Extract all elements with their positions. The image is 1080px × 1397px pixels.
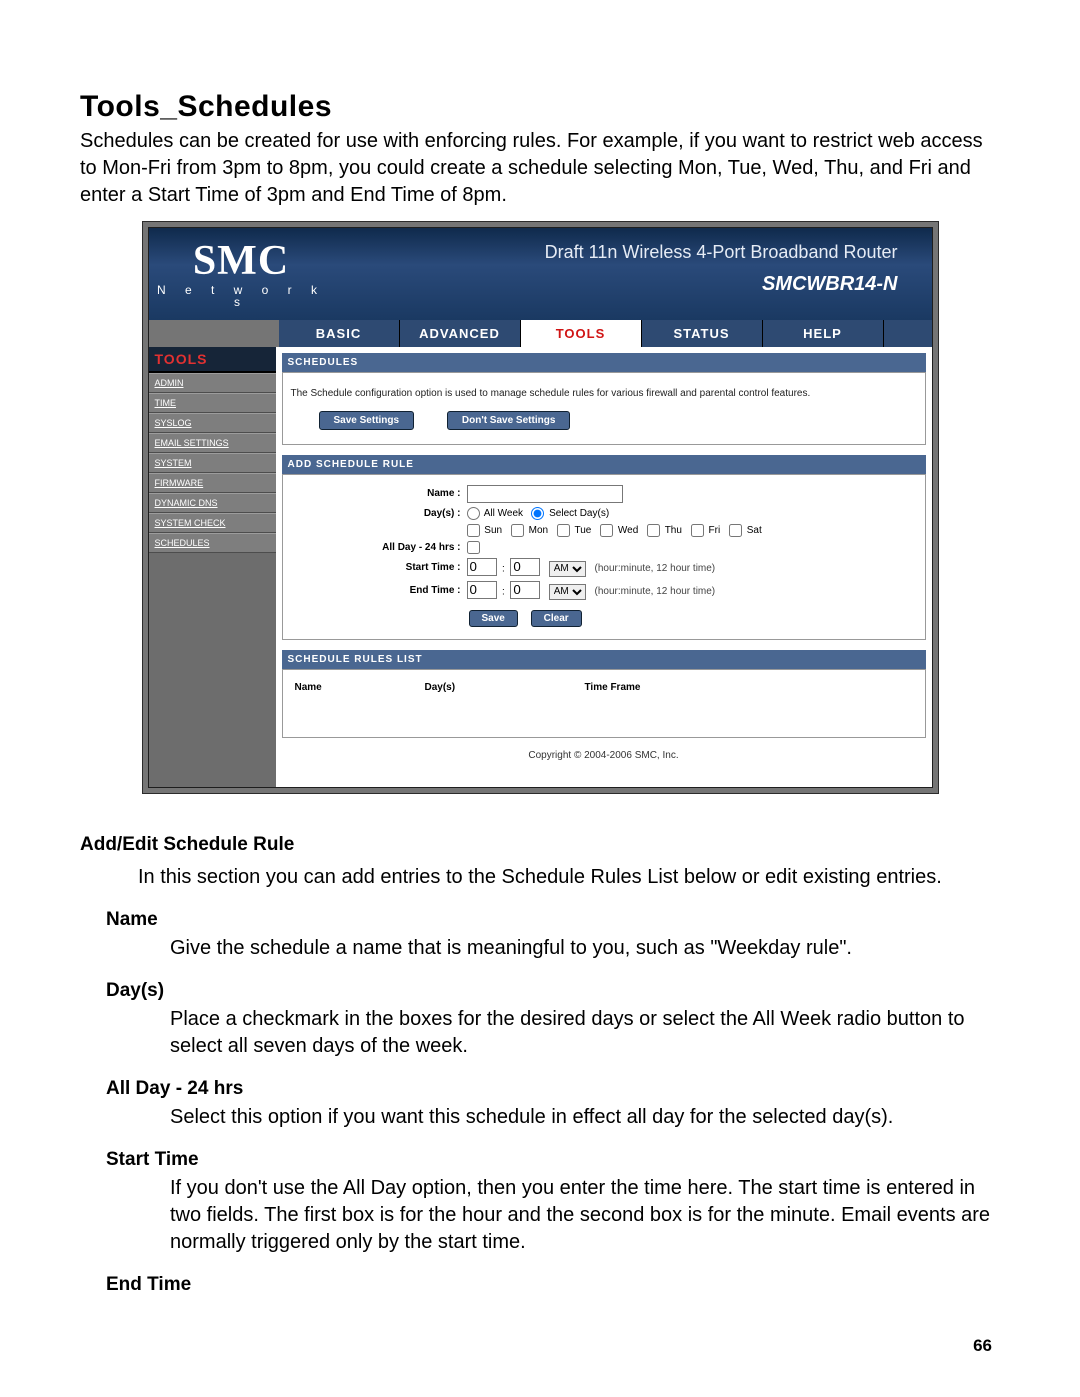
- start-hour-input[interactable]: [467, 558, 497, 576]
- select-days-label: Select Day(s): [549, 508, 609, 519]
- section-allday-title: All Day - 24 hrs: [106, 1078, 1000, 1100]
- tab-help[interactable]: HELP: [763, 320, 884, 347]
- section-start-body: If you don't use the All Day option, the…: [170, 1175, 1000, 1256]
- top-tabs: BASIC ADVANCED TOOLS STATUS HELP: [149, 320, 932, 347]
- logo-text: SMC: [149, 240, 334, 282]
- day-tue-checkbox[interactable]: [557, 524, 570, 537]
- day-wed-checkbox[interactable]: [600, 524, 613, 537]
- tab-basic[interactable]: BASIC: [279, 320, 400, 347]
- router-screenshot: SMC N e t w o r k s Draft 11n Wireless 4…: [142, 221, 939, 794]
- days-label: Day(s) :: [291, 508, 467, 519]
- logo-subtext: N e t w o r k s: [149, 284, 334, 308]
- end-time-hint: (hour:minute, 12 hour time): [595, 586, 716, 597]
- start-minute-input[interactable]: [510, 558, 540, 576]
- section-days-title: Day(s): [106, 980, 1000, 1002]
- schedules-heading: SCHEDULES: [282, 353, 926, 372]
- all-day-checkbox[interactable]: [467, 541, 480, 554]
- intro-paragraph: Schedules can be created for use with en…: [80, 128, 1000, 209]
- copyright-text: Copyright © 2004-2006 SMC, Inc.: [286, 748, 922, 767]
- sidebar-item-system-check[interactable]: SYSTEM CHECK: [149, 513, 276, 533]
- all-day-label: All Day - 24 hrs :: [291, 542, 467, 553]
- sidebar-item-time[interactable]: TIME: [149, 393, 276, 413]
- section-name-body: Give the schedule a name that is meaning…: [170, 935, 1000, 962]
- day-checkbox-row: Sun Mon Tue Wed Thu Fri Sat: [467, 524, 917, 537]
- all-week-label: All Week: [484, 508, 523, 519]
- clear-button[interactable]: Clear: [531, 610, 582, 627]
- rules-list-header: Name Day(s) Time Frame: [291, 676, 917, 725]
- section-add-edit-title: Add/Edit Schedule Rule: [80, 834, 1000, 856]
- sidebar-item-admin[interactable]: ADMIN: [149, 373, 276, 393]
- sidebar-item-email-settings[interactable]: EMAIL SETTINGS: [149, 433, 276, 453]
- col-time-frame: Time Frame: [585, 682, 913, 693]
- section-add-edit-body: In this section you can add entries to t…: [138, 864, 1000, 891]
- device-model: SMCWBR14-N: [334, 273, 898, 296]
- device-title: Draft 11n Wireless 4-Port Broadband Rout…: [334, 242, 898, 263]
- main-content: SCHEDULES The Schedule configuration opt…: [276, 347, 932, 787]
- schedules-description: The Schedule configuration option is use…: [291, 387, 917, 401]
- sidebar-item-schedules[interactable]: SCHEDULES: [149, 533, 276, 553]
- sidebar-item-firmware[interactable]: FIRMWARE: [149, 473, 276, 493]
- day-fri-checkbox[interactable]: [691, 524, 704, 537]
- sidebar-item-dynamic-dns[interactable]: DYNAMIC DNS: [149, 493, 276, 513]
- section-start-title: Start Time: [106, 1149, 1000, 1171]
- day-thu-checkbox[interactable]: [647, 524, 660, 537]
- day-sun-checkbox[interactable]: [467, 524, 480, 537]
- start-time-label: Start Time :: [291, 562, 467, 573]
- end-time-label: End Time :: [291, 585, 467, 596]
- end-hour-input[interactable]: [467, 581, 497, 599]
- start-time-hint: (hour:minute, 12 hour time): [595, 563, 716, 574]
- sidebar-heading: TOOLS: [149, 347, 276, 373]
- schedule-rules-list-heading: SCHEDULE RULES LIST: [282, 650, 926, 669]
- add-schedule-rule-heading: ADD SCHEDULE RULE: [282, 455, 926, 474]
- sidebar-item-syslog[interactable]: SYSLOG: [149, 413, 276, 433]
- col-name: Name: [295, 682, 425, 693]
- tab-advanced[interactable]: ADVANCED: [400, 320, 521, 347]
- save-button[interactable]: Save: [469, 610, 518, 627]
- end-ampm-select[interactable]: AM: [549, 584, 586, 600]
- section-days-body: Place a checkmark in the boxes for the d…: [170, 1006, 1000, 1060]
- section-end-title: End Time: [106, 1274, 1000, 1296]
- page-title: Tools_Schedules: [80, 90, 1000, 124]
- end-minute-input[interactable]: [510, 581, 540, 599]
- section-name-title: Name: [106, 909, 1000, 931]
- dont-save-settings-button[interactable]: Don't Save Settings: [447, 411, 571, 430]
- section-allday-body: Select this option if you want this sche…: [170, 1104, 1000, 1131]
- save-settings-button[interactable]: Save Settings: [319, 411, 415, 430]
- tab-tools[interactable]: TOOLS: [521, 320, 642, 347]
- sidebar-item-system[interactable]: SYSTEM: [149, 453, 276, 473]
- name-input[interactable]: [467, 485, 623, 503]
- all-week-radio[interactable]: [467, 507, 480, 520]
- select-days-radio[interactable]: [531, 507, 544, 520]
- router-banner: SMC N e t w o r k s Draft 11n Wireless 4…: [149, 228, 932, 320]
- sidebar: TOOLS ADMIN TIME SYSLOG EMAIL SETTINGS S…: [149, 347, 276, 787]
- day-mon-checkbox[interactable]: [511, 524, 524, 537]
- name-label: Name :: [291, 488, 467, 499]
- page-number: 66: [80, 1336, 1000, 1356]
- day-sat-checkbox[interactable]: [729, 524, 742, 537]
- col-days: Day(s): [425, 682, 585, 693]
- start-ampm-select[interactable]: AM: [549, 561, 586, 577]
- tab-status[interactable]: STATUS: [642, 320, 763, 347]
